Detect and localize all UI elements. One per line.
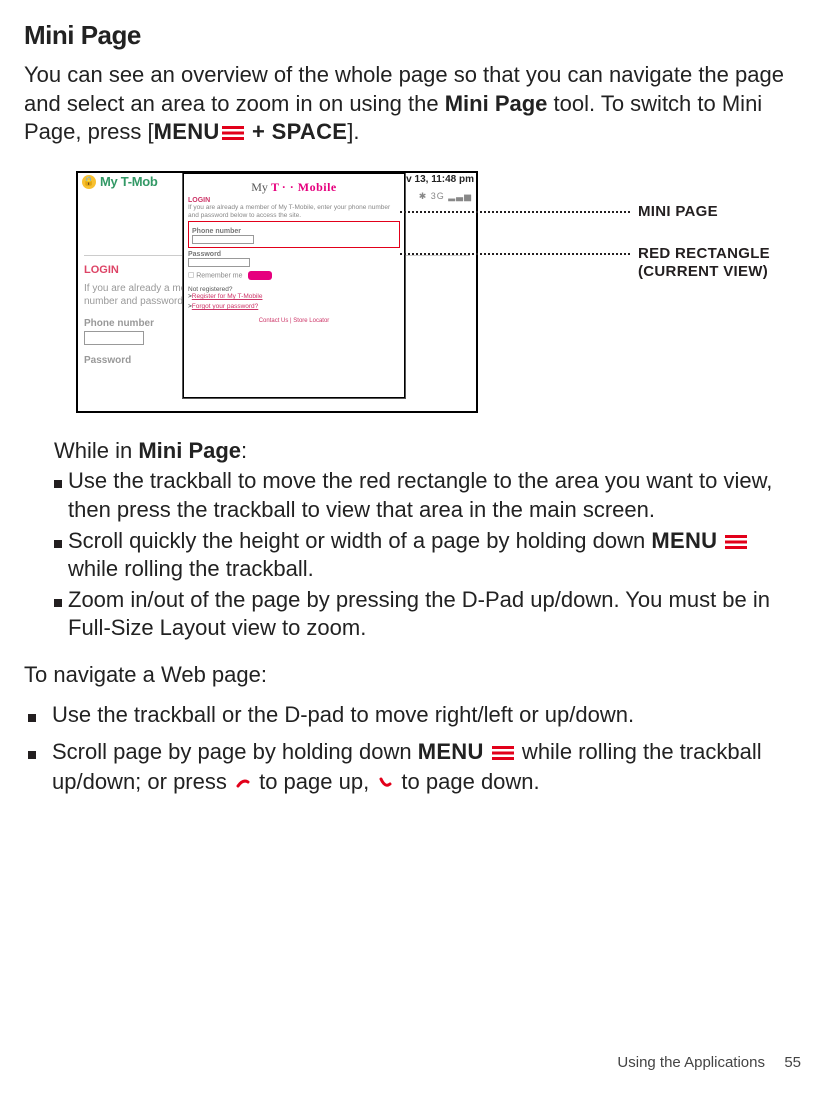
intro-menu: MENU [154, 119, 220, 144]
mp-forgot-link: Forgot your password? [192, 303, 258, 310]
datetime: Nov 13, 11:48 pm [393, 174, 474, 185]
mp-remember-label: Remember me [196, 273, 242, 280]
tab-title: My T-Mob [100, 174, 158, 189]
intro-tool: Mini Page [445, 91, 548, 116]
mp-login: LOGIN [188, 197, 400, 204]
intro-paragraph: You can see an overview of the whole pag… [24, 61, 801, 147]
mp-password-label: Password [188, 251, 400, 258]
menu-icon [725, 534, 747, 550]
lock-icon: 🔒 [82, 175, 96, 189]
bullet-icon [54, 480, 62, 488]
mp-phone-input [192, 235, 254, 244]
item2-pre: Scroll quickly the height or width of a … [68, 528, 651, 553]
item2-text: Scroll quickly the height or width of a … [68, 527, 801, 584]
mp-links: Not registered? >Register for My T-Mobil… [188, 286, 400, 310]
mp-password-input [188, 258, 250, 267]
bullet-icon [28, 714, 36, 722]
under-phone-input [84, 331, 144, 345]
callout-minipage: MINI PAGE [638, 203, 718, 220]
mp-desc: If you are already a member of My T-Mobi… [188, 204, 400, 220]
minipage-lead: While in Mini Page: [54, 437, 801, 466]
footer-section-title: Using the Applications [617, 1054, 765, 1071]
nav-list: Use the trackball or the D-pad to move r… [24, 700, 801, 797]
item3-text: Zoom in/out of the page by pressing the … [68, 586, 801, 643]
mp-logo-mobile: · · Mobile [282, 180, 337, 194]
nav2-up: to page up, [253, 769, 375, 794]
mp-notreg: Not registered? [188, 286, 400, 293]
phone-down-icon [376, 770, 394, 788]
red-rectangle: Phone number [188, 221, 400, 248]
list-item: Zoom in/out of the page by pressing the … [54, 586, 801, 643]
phone-up-icon [234, 770, 252, 788]
mp-go-button [248, 271, 272, 280]
bullet-icon [54, 599, 62, 607]
nav2-pre: Scroll page by page by holding down [52, 739, 418, 764]
page-title: Mini Page [24, 20, 801, 51]
bullet-icon [54, 540, 62, 548]
mp-footer: Contact Us | Store Locator [188, 318, 400, 324]
item2-post: while rolling the trackball. [68, 556, 314, 581]
mp-remember: ☐ Remember me [188, 271, 400, 280]
item1-text: Use the trackball to move the red rectan… [68, 467, 801, 524]
intro-space: + SPACE [246, 119, 348, 144]
mini-page-overlay: My T · · Mobile LOGIN If you are already… [183, 173, 405, 398]
figure-row: 🔒 My T-Mob USB Nov 13, 11:48 pm ✱ 3G ▂▃▅… [76, 171, 801, 413]
nav-item2: Scroll page by page by holding down MENU… [52, 737, 801, 796]
dotted-leader-2 [400, 253, 630, 255]
list-item: Scroll quickly the height or width of a … [54, 527, 801, 584]
device-screenshot: 🔒 My T-Mob USB Nov 13, 11:48 pm ✱ 3G ▂▃▅… [76, 171, 478, 413]
list-item: Use the trackball or the D-pad to move r… [24, 700, 801, 730]
mp-logo-t: T [271, 180, 282, 194]
mp-logo: My T · · Mobile [184, 180, 404, 195]
nav-heading: To navigate a Web page: [24, 661, 801, 690]
bullet-icon [28, 751, 36, 759]
mp-inner: LOGIN If you are already a member of My … [188, 197, 400, 325]
lead-post: : [241, 438, 247, 463]
dotted-leader-1 [400, 211, 630, 213]
callout-red1: RED RECTANGLE [638, 245, 770, 262]
minipage-section: While in Mini Page: Use the trackball to… [54, 437, 801, 643]
list-item: Scroll page by page by holding down MENU… [24, 737, 801, 796]
mp-reg-link: Register for My T-Mobile [192, 293, 263, 300]
nav2-menu: MENU [418, 739, 484, 764]
mp-logo-my: My [251, 180, 271, 194]
lead-pre: While in [54, 438, 138, 463]
item2-menu: MENU [651, 528, 717, 553]
page-number: 55 [784, 1054, 801, 1071]
menu-icon [222, 125, 244, 141]
menu-icon [492, 745, 514, 761]
intro-close: ]. [347, 119, 359, 144]
mp-phone-label: Phone number [192, 228, 396, 235]
nav-item1: Use the trackball or the D-pad to move r… [52, 700, 634, 730]
callout-red2: (CURRENT VIEW) [638, 263, 768, 280]
list-item: Use the trackball to move the red rectan… [54, 467, 801, 524]
lead-bold: Mini Page [138, 438, 241, 463]
nav2-down: to page down. [395, 769, 539, 794]
